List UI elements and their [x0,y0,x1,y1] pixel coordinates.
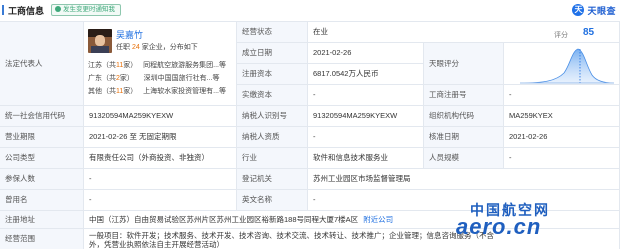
notify-change-label: 发生变更时通知我 [63,6,115,13]
status-value: 在业 [308,22,620,43]
scope-value-line2: 外，凭营业执照依法自主开展经营活动） [89,240,224,249]
scope-value: 一般项目：软件开发；技术服务、技术开发、技术咨询、技术交流、技术转让、技术推广；… [89,231,494,240]
notify-change-button[interactable]: 发生变更时通知我 [51,4,121,16]
former-name-label: 曾用名 [0,190,84,211]
score-widget[interactable]: 评分 85 [504,27,620,99]
credit-code-value: 91320594MA259KYEXW [84,106,237,127]
taxpayer-id-value: 91320594MA259KYEXW [308,106,424,127]
staff-size-value: - [504,148,620,169]
approval-date-label: 核准日期 [424,127,504,148]
paid-capital-value: - [308,85,424,106]
nearby-companies-link[interactable]: 附近公司 [363,215,393,224]
legal-rep-region-row[interactable]: 江苏（共11家） 同程航空旅游服务集团...等 [88,60,236,70]
authority-value: 苏州工业园区市场监督管理局 [308,169,620,190]
former-name-value: - [84,190,237,211]
section-header: 工商信息 发生变更时通知我 天 天眼查 [0,0,620,22]
paid-capital-label: 实缴资本 [237,85,308,106]
section-title: 工商信息 [8,6,45,16]
established-value: 2021-02-26 [308,43,424,64]
established-label: 成立日期 [237,43,308,64]
status-label: 经营状态 [237,22,308,43]
score-label: 评分 [554,32,568,39]
legal-rep-region-row[interactable]: 广东（共2家） 深圳中国国旅行社有...等 [88,73,236,83]
authority-label: 登记机关 [237,169,308,190]
credit-code-label: 统一社会信用代码 [0,106,84,127]
term-value: 2021-02-26 至 无固定期限 [84,127,237,148]
company-type-label: 公司类型 [0,148,84,169]
taxpayer-id-label: 纳税人识别号 [237,106,308,127]
legal-rep-name[interactable]: 吴嘉竹 [116,28,143,41]
industry-label: 行业 [237,148,308,169]
legal-rep-avatar[interactable] [88,29,112,53]
org-code-label: 组织机构代码 [424,106,504,127]
industry-value: 软件和信息技术服务业 [308,148,424,169]
score-distribution-chart [519,48,615,84]
company-type-value: 有限责任公司（外商投资、非独资） [84,148,237,169]
term-label: 营业期限 [0,127,84,148]
brand-logo: 天 天眼查 [572,3,616,17]
tianyancha-icon: 天 [572,4,585,16]
insured-label: 参保人数 [0,169,84,190]
section-marker [2,5,4,15]
approval-date-value: 2021-02-26 [504,127,620,148]
capital-value: 6817.0542万人民币 [308,64,424,85]
taxpayer-qual-value: - [308,127,424,148]
reg-no-label: 工商注册号 [424,85,504,106]
address-value: 中国（江苏）自由贸易试验区苏州片区苏州工业园区裕新路188号同程大厦7楼A区 [89,214,359,224]
watermark: 中国航空网 aero.cn [456,200,616,244]
capital-label: 注册资本 [237,64,308,85]
staff-size-label: 人员规模 [424,148,504,169]
english-name-label: 英文名称 [237,190,308,211]
legal-rep-summary: 任职 24 家企业，分布如下 [116,44,198,51]
score-value: 85 [583,27,595,38]
scope-label: 经营范围 [0,229,84,249]
legal-rep-label: 法定代表人 [0,22,84,106]
brand-name: 天眼查 [587,5,616,16]
address-label: 注册地址 [0,211,84,229]
bell-icon [55,6,61,12]
taxpayer-qual-label: 纳税人资质 [237,127,308,148]
rating-label: 天眼评分 [424,43,504,85]
watermark-en: aero.cn [456,214,542,239]
org-code-value: MA259KYEX [504,106,620,127]
insured-value: - [84,169,237,190]
legal-rep-region-row[interactable]: 其他（共11家） 上海软水家投资管理有...等 [88,86,236,96]
